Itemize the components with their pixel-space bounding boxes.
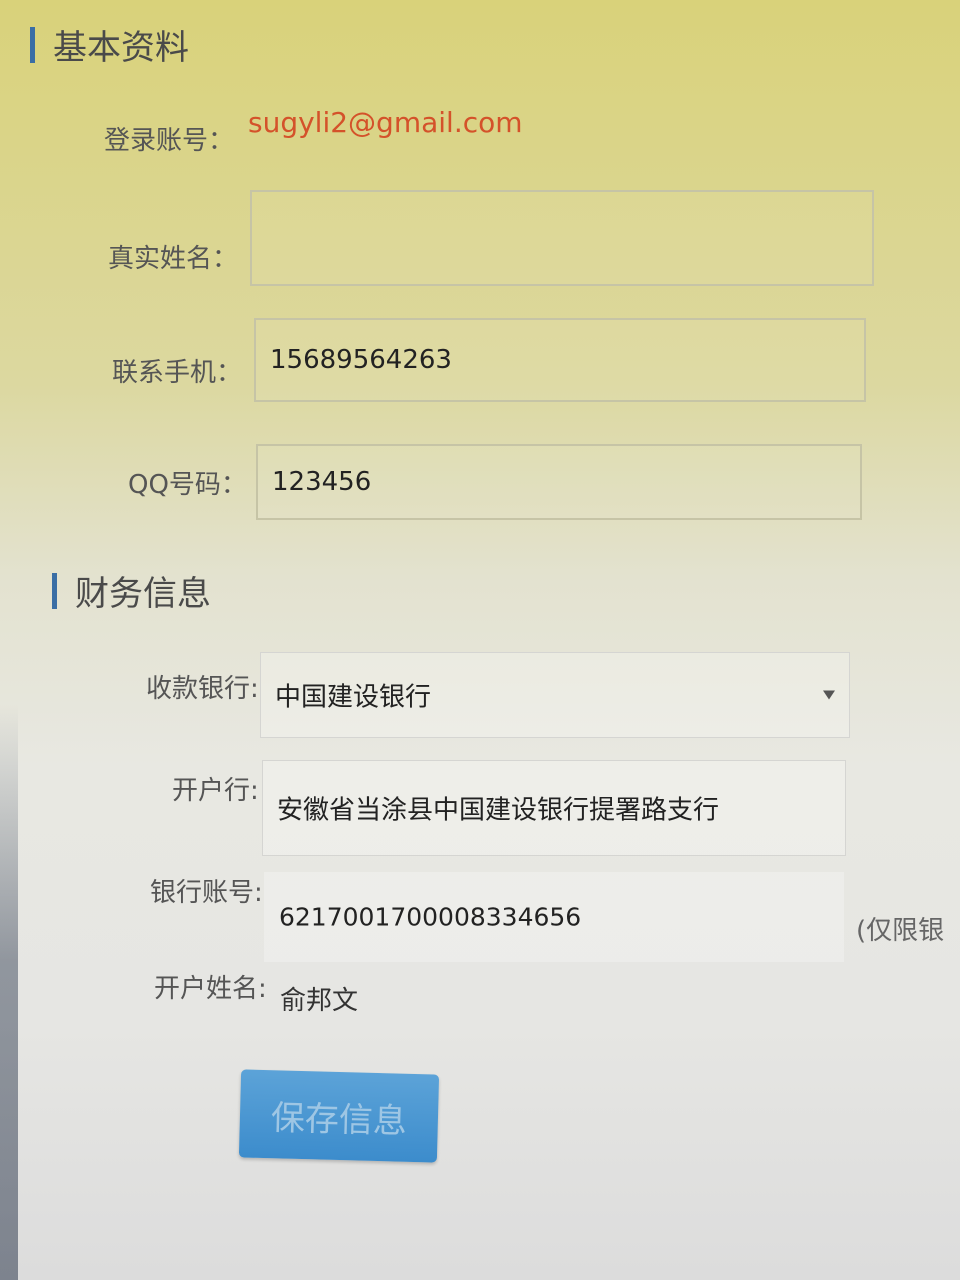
account-no-input[interactable]: 6217001700008334656 (264, 872, 844, 962)
qq-value: 123456 (272, 467, 372, 497)
account-no-value: 6217001700008334656 (279, 902, 582, 932)
bank-label: 收款银行: (146, 674, 259, 704)
section-marker (30, 26, 35, 63)
bank-select[interactable]: 中国建设银行 (260, 652, 850, 738)
account-no-label: 银行账号: (150, 878, 263, 908)
screen-edge-shadow (0, 0, 18, 1280)
qq-input[interactable]: 123456 (256, 444, 862, 520)
account-label: 登录账号： (104, 126, 235, 156)
realname-input[interactable] (250, 190, 874, 286)
phone-label: 联系手机： (112, 358, 243, 388)
qq-label: QQ号码： (128, 470, 247, 500)
holder-label: 开户姓名: (154, 974, 267, 1004)
section-finance-info: 财务信息 (52, 566, 211, 615)
branch-input[interactable]: 安徽省当涂县中国建设银行提署路支行 (262, 760, 846, 856)
section-basic-info: 基本资料 (30, 20, 189, 69)
phone-value: 15689564263 (270, 345, 452, 375)
section-marker (52, 572, 57, 609)
account-value: sugyli2@gmail.com (248, 106, 523, 139)
realname-label: 真实姓名： (108, 244, 239, 274)
bank-selected-value: 中国建设银行 (275, 682, 432, 713)
chevron-down-icon[interactable] (823, 690, 835, 700)
section-basic-title: 基本资料 (53, 28, 189, 68)
account-no-note: (仅限银 (856, 916, 945, 946)
phone-input[interactable]: 15689564263 (254, 318, 866, 402)
save-button[interactable]: 保存信息 (238, 1069, 440, 1163)
branch-value: 安徽省当涂县中国建设银行提署路支行 (277, 795, 720, 826)
section-finance-title: 财务信息 (75, 574, 211, 614)
branch-label: 开户行: (172, 776, 259, 806)
holder-value: 俞邦文 (280, 986, 359, 1016)
